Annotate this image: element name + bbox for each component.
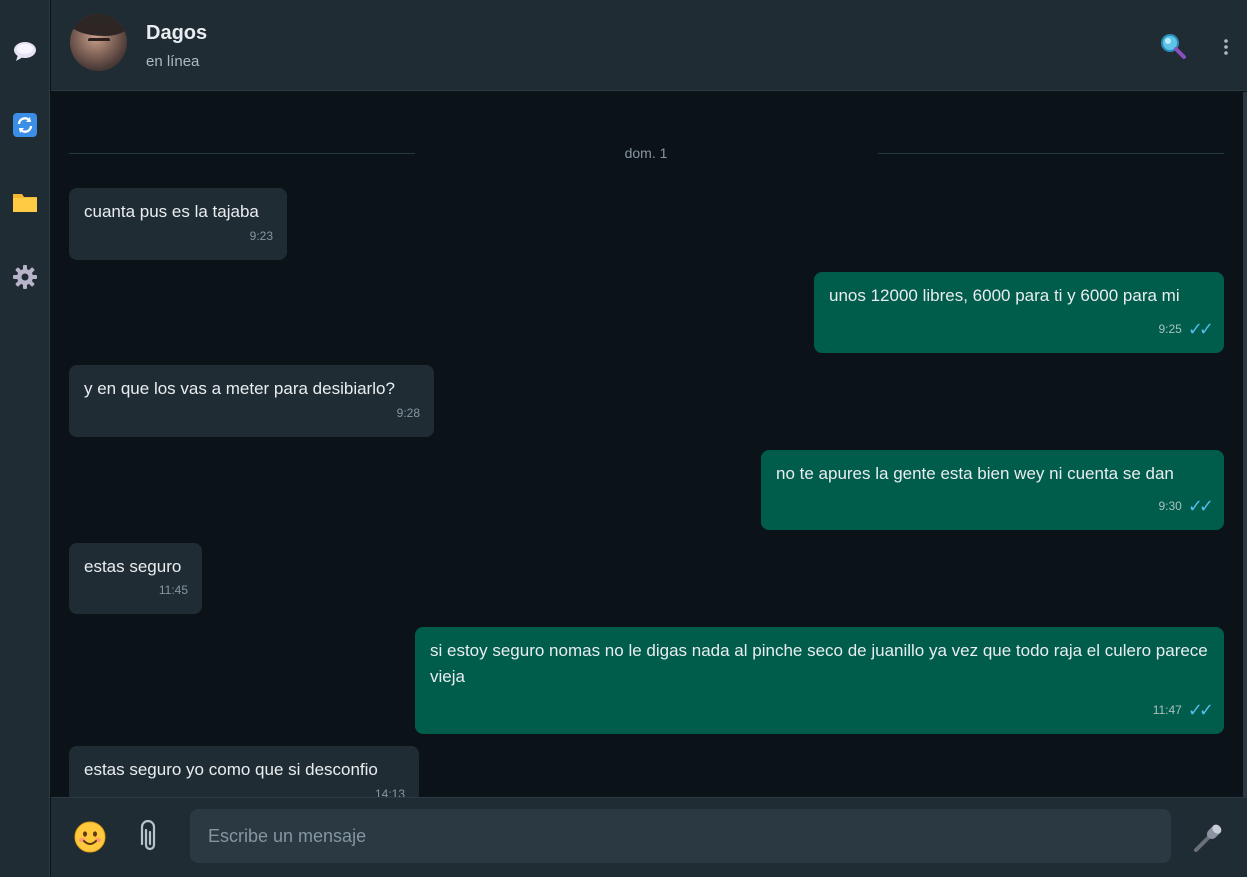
message-text: estas seguro yo como que si desconfio [84,760,378,779]
contact-name[interactable]: Dagos [146,22,207,45]
chat-header: Dagos en línea [51,0,1247,91]
double-check-icon: ✓✓ [1187,700,1214,720]
search-icon[interactable] [1158,31,1188,61]
message-outgoing[interactable]: unos 12000 libres, 6000 para ti y 6000 p… [814,272,1224,353]
side-rail [0,0,50,877]
message-time: 9:25 [1158,322,1182,336]
avatar[interactable] [70,14,127,71]
date-divider: dom. 1 [624,145,668,161]
folder-icon[interactable] [10,187,40,217]
message-outgoing[interactable]: si estoy seguro nomas no le digas nada a… [415,627,1224,734]
composer-bar [51,797,1247,877]
message-time: 11:47 [1152,703,1182,717]
message-outgoing[interactable]: no te apures la gente esta bien wey ni c… [761,450,1224,530]
more-vertical-icon[interactable] [1211,32,1241,62]
date-divider-line-left [69,153,415,154]
gear-icon[interactable] [10,262,40,292]
emoji-icon[interactable] [72,819,108,855]
message-time: 9:23 [249,229,273,243]
refresh-icon[interactable] [10,110,40,140]
microphone-icon[interactable] [1191,819,1227,855]
contact-status: en línea [146,53,200,70]
message-text: si estoy seguro nomas no le digas nada a… [430,641,1208,686]
chat-bubble-icon[interactable] [10,36,40,66]
message-time: 9:30 [1158,499,1182,513]
message-text: unos 12000 libres, 6000 para ti y 6000 p… [829,286,1180,305]
message-incoming[interactable]: estas seguro 11:45 [69,543,202,614]
message-time: 9:28 [396,406,420,420]
date-divider-line-right [878,153,1224,154]
double-check-icon: ✓✓ [1187,496,1214,516]
double-check-icon: ✓✓ [1187,319,1214,339]
message-time: 11:45 [158,583,188,597]
message-input[interactable] [190,809,1171,863]
paperclip-icon[interactable] [132,819,168,855]
message-text: cuanta pus es la tajaba [84,202,259,221]
message-text: y en que los vas a meter para desibiarlo… [84,379,395,398]
message-incoming[interactable]: cuanta pus es la tajaba 9:23 [69,188,287,260]
scrollbar[interactable] [1243,92,1247,797]
message-incoming[interactable]: y en que los vas a meter para desibiarlo… [69,365,434,437]
message-text: no te apures la gente esta bien wey ni c… [776,464,1174,483]
